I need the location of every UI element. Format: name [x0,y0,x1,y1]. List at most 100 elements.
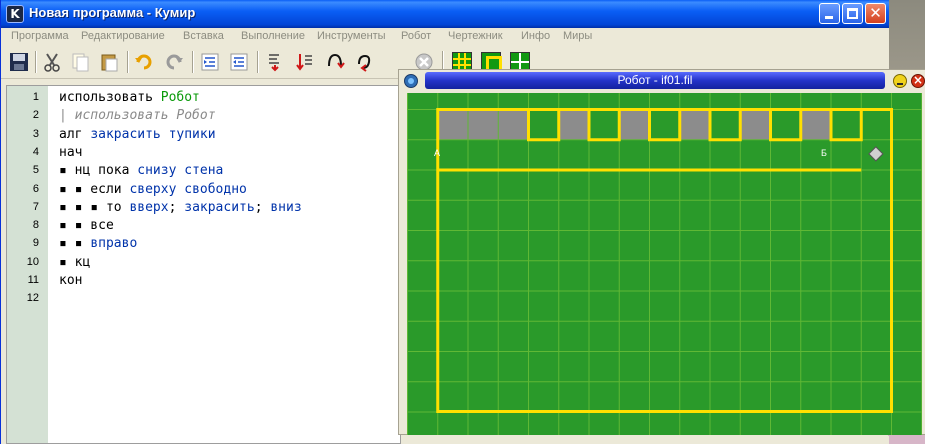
menu-drawer[interactable]: Чертежник [448,30,503,42]
code-token: ▪ ▪ если [59,181,130,197]
code-token: ▪ кц [59,254,91,270]
paste-icon[interactable] [97,50,121,74]
code-token: ▪ ▪ [59,236,91,252]
app-icon[interactable]: K [6,5,24,23]
menu-bar: Программа Редактирование Вставка Выполне… [1,28,889,46]
minimize-icon [825,16,833,19]
robot-window-title: Робот - if01.fil [617,73,693,87]
code-line[interactable]: нач [59,145,82,160]
code-token: ▪ нц пока [59,163,138,179]
painted-cell [437,109,468,140]
step-in-icon[interactable] [263,50,287,74]
code-token: закрасить тупики [90,126,216,142]
menu-info[interactable]: Инфо [521,30,550,42]
code-line[interactable]: использовать Робот [59,90,200,105]
cell-label-a: А [434,148,441,158]
line-number: 11 [27,274,39,286]
robot-window: Робот - if01.fil А Б [398,69,925,435]
menu-program[interactable]: Программа [11,30,69,42]
painted-cell [558,109,589,140]
painted-cell [800,109,831,140]
menu-robot[interactable]: Робот [401,30,431,42]
toolbar-separator [192,51,194,73]
code-line[interactable]: алг закрасить тупики [59,127,216,142]
line-number: 8 [32,219,39,232]
code-token: ▪ ▪ ▪ то [59,199,130,215]
painted-cell [498,109,529,140]
code-token: закрасить [184,199,255,215]
status-area [401,436,889,444]
code-line[interactable]: ▪ ▪ все [59,218,114,233]
unindent-icon[interactable] [227,50,251,74]
line-number: 6 [32,182,39,195]
painted-cell [679,109,710,140]
menu-worlds[interactable]: Миры [563,30,592,42]
step-out-icon[interactable] [352,50,376,74]
step-over-icon[interactable] [323,50,347,74]
code-token: кон [59,273,83,288]
line-number: 5 [32,164,39,177]
cell-label-b: Б [821,148,827,158]
robot-minimize-button[interactable] [893,74,907,88]
line-number: 4 [32,145,39,158]
code-token: алг [59,126,91,142]
code-token: снизу стена [137,163,224,179]
toolbar-separator [35,51,37,73]
code-token: вправо [90,236,138,252]
code-token: нач [59,144,83,160]
code-line[interactable]: ▪ ▪ вправо [59,236,137,251]
menu-tools[interactable]: Инструменты [317,30,386,42]
menu-run[interactable]: Выполнение [241,30,305,42]
indent-icon[interactable] [198,50,222,74]
toolbar-separator [257,51,259,73]
minimize-button[interactable] [819,3,840,24]
code-token: ; [254,199,271,215]
code-token: ; [168,199,185,215]
robot-field[interactable]: А Б [407,93,922,435]
code-token: вверх [129,199,169,215]
toolbar-separator [127,51,129,73]
code-editor[interactable]: 1 2 3 4 5 6 7 8 9 10 11 12 использовать Робот | испо… [6,85,401,444]
copy-icon[interactable] [68,50,92,74]
line-number: 10 [26,255,39,268]
line-number: 1 [32,91,39,103]
painted-cell [740,109,771,140]
code-token: | использовать Робот [59,108,216,124]
menu-insert[interactable]: Вставка [183,30,224,42]
window-title: Новая программа - Кумир [29,5,196,20]
code-line[interactable]: кон [59,273,82,288]
code-line[interactable]: ▪ кц [59,255,90,270]
code-token: сверху свободно [129,181,247,197]
robot-close-button[interactable] [911,73,925,88]
code-line[interactable]: ▪ нц пока снизу стена [59,163,223,178]
code-token: вниз [270,199,302,215]
maximize-button[interactable] [842,3,863,24]
robot-window-icon[interactable] [404,74,418,88]
code-line[interactable]: ▪ ▪ если сверху свободно [59,182,247,197]
code-token: использовать [59,90,161,105]
cut-icon[interactable] [40,50,64,74]
line-number: 9 [32,237,39,250]
run-icon[interactable] [293,50,317,74]
maximize-icon [847,8,858,19]
undo-icon[interactable] [132,50,156,74]
robot-field-canvas [407,93,922,435]
title-bar[interactable]: K Новая программа - Кумир ✕ [1,0,889,28]
line-number: 2 [32,109,39,122]
field-background [407,93,922,435]
code-line[interactable]: | использовать Робот [59,108,216,123]
painted-cell [619,109,650,140]
menu-edit[interactable]: Редактирование [81,30,165,42]
save-icon[interactable] [7,50,31,74]
line-number: 3 [32,127,39,140]
code-token: Робот [160,90,200,105]
code-line[interactable]: ▪ ▪ ▪ то вверх; закрасить; вниз [59,200,302,215]
painted-cell [468,109,499,140]
line-number: 12 [26,292,39,305]
robot-title-bar[interactable]: Робот - if01.fil [425,72,885,89]
redo-icon[interactable] [162,50,186,74]
close-button[interactable]: ✕ [865,3,886,24]
code-token: ▪ ▪ все [59,218,114,234]
close-icon: ✕ [869,4,882,22]
line-number: 7 [32,200,39,213]
